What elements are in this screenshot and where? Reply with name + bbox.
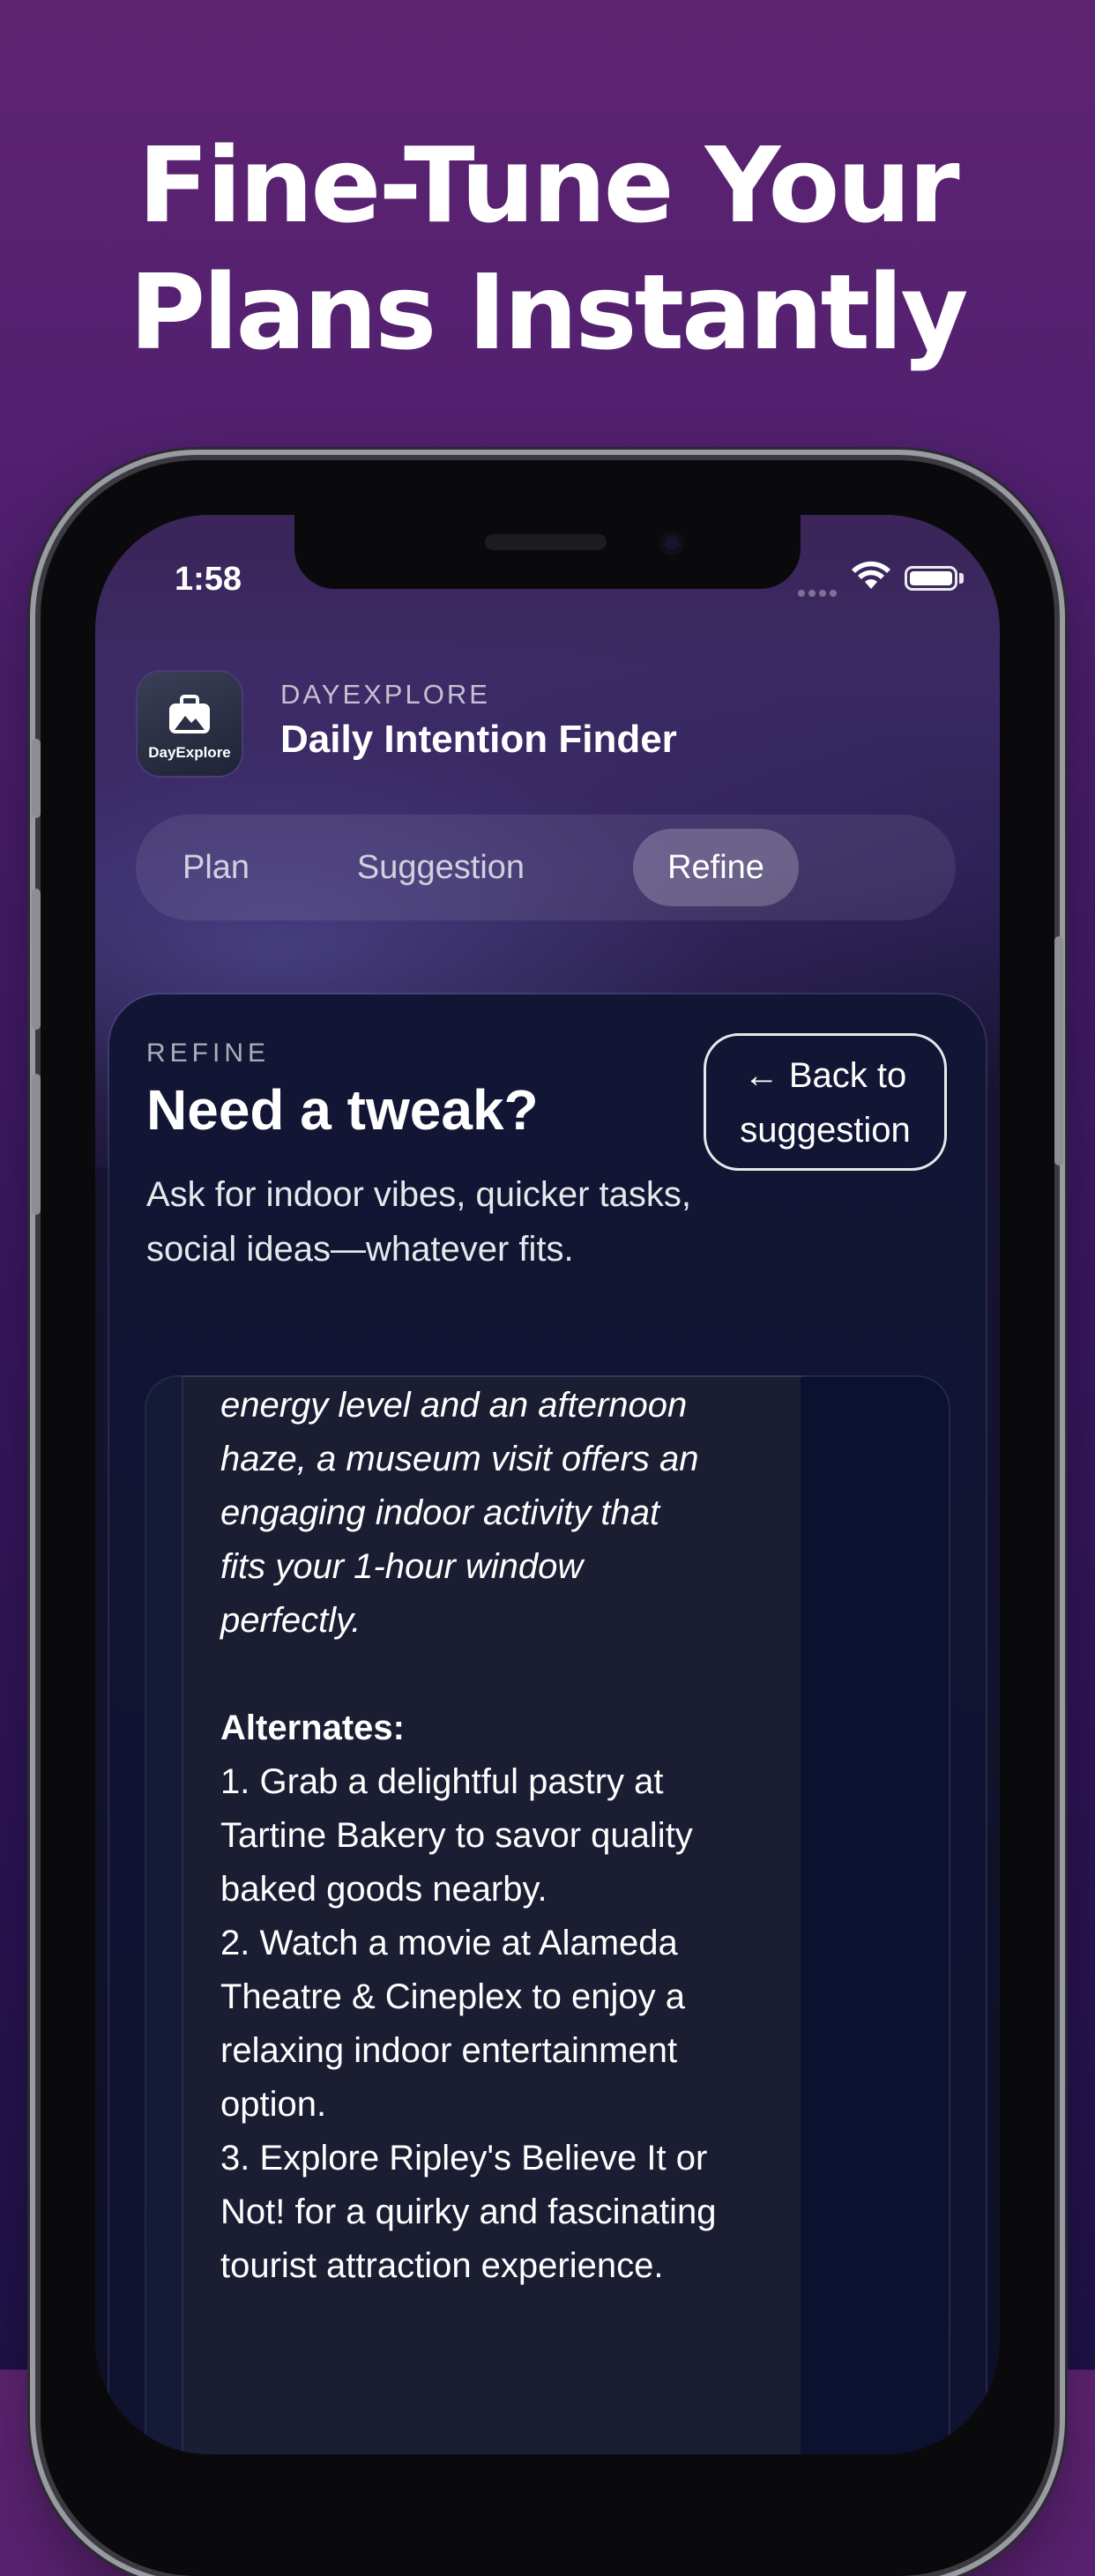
wifi-icon — [852, 561, 890, 589]
app-logo: DayExplore — [138, 672, 242, 776]
logo-text: DayExplore — [148, 744, 231, 761]
headline-line-2: Plans Instantly — [129, 251, 969, 373]
refine-card: REFINE Need a tweak? Ask for indoor vibe… — [109, 994, 986, 2454]
suitcase-icon — [169, 695, 210, 733]
card-description: Ask for indoor vibes, quicker tasks, soc… — [146, 1175, 692, 1269]
reason-line: engaging indoor activity that — [220, 1493, 660, 1532]
reason-line: fits your 1-hour window — [220, 1547, 584, 1586]
reason-line: perfectly. — [220, 1601, 361, 1640]
tab-suggestion[interactable]: Suggestion — [335, 829, 547, 906]
back-arrow-icon: ← — [743, 1056, 779, 1095]
battery-icon — [905, 566, 957, 591]
marketing-headline: Fine-Tune Your Plans Instantly — [0, 122, 1095, 376]
back-to-suggestion-button[interactable]: ← Back to suggestion — [704, 1033, 947, 1171]
card-title: Need a tweak? — [146, 1078, 539, 1142]
volume-up-button — [32, 889, 41, 1030]
message-area[interactable]: energy level and an afternoon haze, a mu… — [146, 1377, 949, 2454]
reason-line: haze, a museum visit offers an — [220, 1440, 699, 1478]
signal-icon — [798, 584, 840, 600]
volume-down-button — [32, 1074, 41, 1215]
phone-screen: 1:58 DayExplore DAYEXPLORE Daily Intenti… — [95, 515, 1000, 2454]
headline-line-1: Fine-Tune Your — [138, 124, 959, 246]
message-side-panel — [801, 1377, 949, 2454]
app-title: Daily Intention Finder — [280, 718, 677, 761]
front-camera — [659, 531, 684, 555]
alternate-item: 1. Grab a delightful pastry at Tartine B… — [220, 1762, 693, 1909]
status-time: 1:58 — [175, 561, 242, 598]
alternate-item: 3. Explore Ripley's Believe It or Not! f… — [220, 2139, 717, 2285]
mute-switch — [32, 739, 41, 818]
alternates-heading: Alternates: — [220, 1709, 405, 1747]
alternate-item: 2. Watch a movie at Alameda Theatre & Ci… — [220, 1924, 685, 2124]
battery-cap — [959, 573, 964, 584]
tab-plan[interactable]: Plan — [168, 829, 264, 906]
message-text: energy level and an afternoon haze, a mu… — [220, 1379, 776, 2293]
speaker — [485, 534, 607, 550]
power-button — [1054, 936, 1063, 1165]
card-kicker: REFINE — [146, 1039, 271, 1068]
tab-refine[interactable]: Refine — [633, 829, 799, 906]
tab-bar: Plan Suggestion Refine — [136, 815, 956, 920]
notch — [294, 515, 801, 589]
brand-kicker: DAYEXPLORE — [280, 679, 490, 710]
reason-line: energy level and an afternoon — [220, 1386, 688, 1425]
assistant-message-bubble: energy level and an afternoon haze, a mu… — [183, 1377, 801, 2454]
